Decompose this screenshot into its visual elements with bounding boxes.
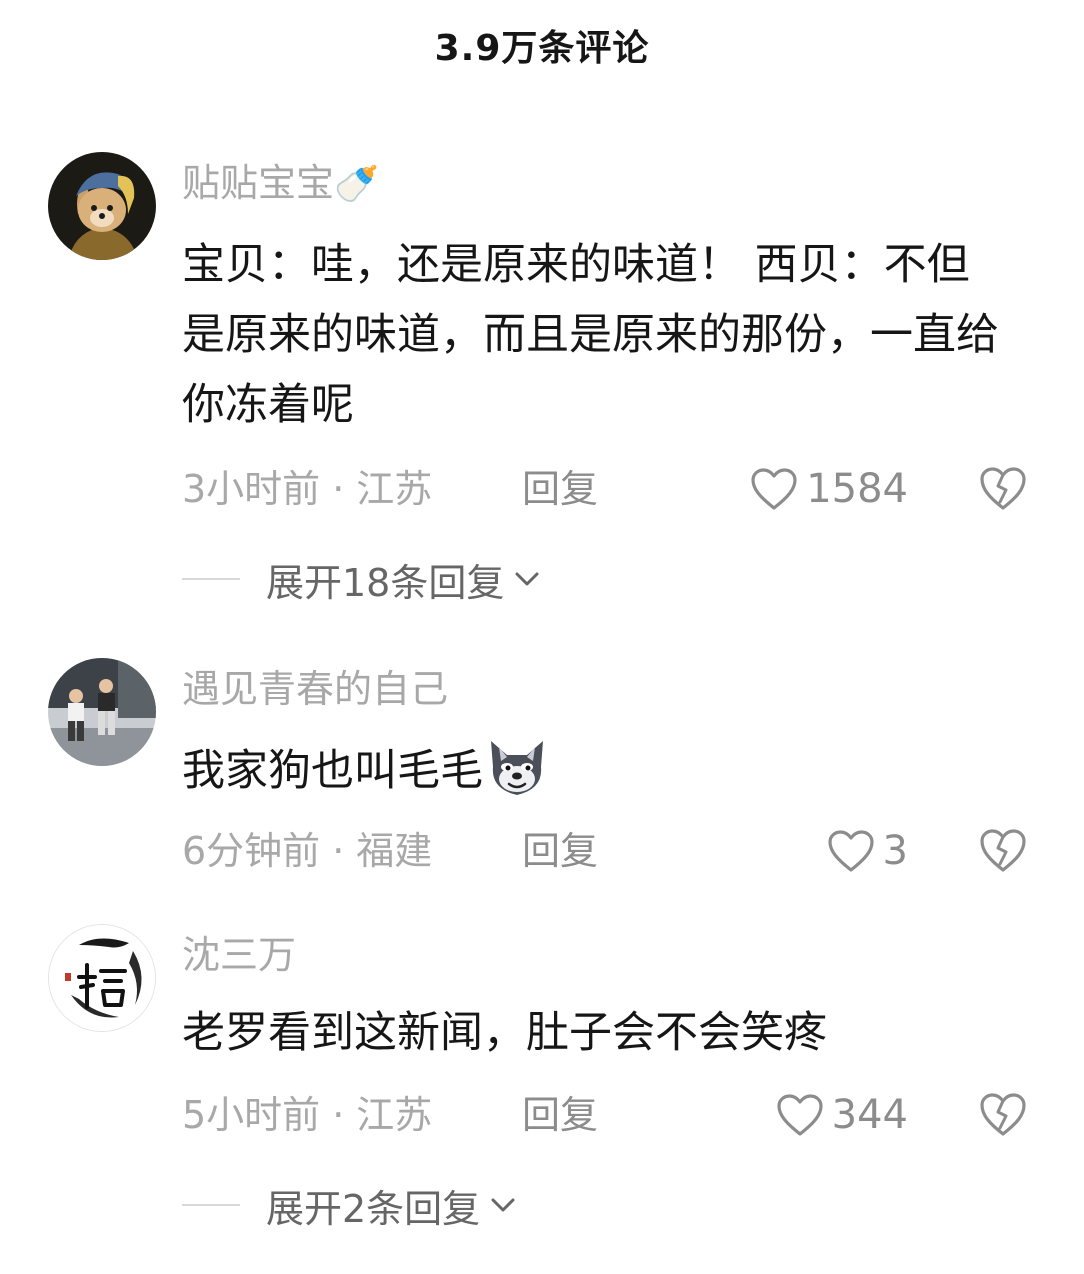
reply-button[interactable]: 回复 [522,464,598,514]
like-count: 1584 [806,466,908,512]
comment-meta: 3小时前 · 江苏 [182,464,432,514]
comment-time: 5小时前 [182,1093,321,1137]
like-button[interactable]: 3 [827,826,908,876]
comment-meta: 6分钟前 · 福建 [182,826,432,876]
comment-username[interactable]: 沈三万 [182,930,296,980]
like-count: 344 [831,1092,908,1138]
divider [182,1204,240,1206]
like-button[interactable]: 344 [776,1090,908,1140]
comment-location: 福建 [356,829,433,873]
expand-replies-button[interactable]: 展开2条回复 [182,1180,518,1231]
avatar[interactable] [48,924,156,1032]
comment-text: 老罗看到这新闻，肚子会不会笑疼 [182,1008,827,1058]
broken-heart-icon [980,1093,1026,1136]
heart-outline-icon [751,468,797,510]
meta-separator: · [332,829,345,873]
expand-replies-label: 展开18条回复 [266,560,505,605]
like-count: 3 [882,828,908,874]
expand-replies-button[interactable]: 展开18条回复 [182,554,542,605]
chevron-down-icon [515,572,539,586]
wolf-face-emoji [485,737,549,799]
expand-replies-label: 展开2条回复 [266,1186,481,1231]
chevron-down-icon [491,1198,515,1212]
comments-count-title: 3.9万条评论 [434,28,650,69]
comment-username[interactable]: 贴贴宝宝🍼 [182,158,379,210]
comment-location: 江苏 [356,467,433,511]
dislike-button[interactable] [978,826,1028,876]
comment-time: 3小时前 [182,467,321,511]
divider [182,578,240,580]
reply-button[interactable]: 回复 [522,826,598,876]
avatar[interactable] [48,658,156,766]
reply-button[interactable]: 回复 [522,1090,598,1140]
baby-bottle-emoji: 🍼 [334,164,379,205]
comment-location: 江苏 [356,1093,433,1137]
heart-outline-icon [827,830,874,872]
avatar[interactable] [48,152,156,260]
comment-text: 宝贝：哇，还是原来的味道！ 西贝：不但是原来的味道，而且是原来的那份，一直给你冻… [182,240,999,430]
like-button[interactable]: 1584 [750,464,908,514]
comment-username[interactable]: 遇见青春的自己 [182,664,448,714]
meta-separator: · [332,1093,345,1137]
broken-heart-icon [980,467,1026,510]
heart-outline-icon [777,1094,823,1136]
comment-text: 我家狗也叫毛毛 [182,736,1012,806]
comment-time: 6分钟前 [182,829,321,873]
broken-heart-icon [980,829,1026,872]
comment-meta: 5小时前 · 江苏 [182,1090,432,1140]
dislike-button[interactable] [978,1090,1028,1140]
dislike-button[interactable] [978,464,1028,514]
comments-header: 3.9万条评论 [0,0,1084,90]
meta-separator: · [332,467,345,511]
